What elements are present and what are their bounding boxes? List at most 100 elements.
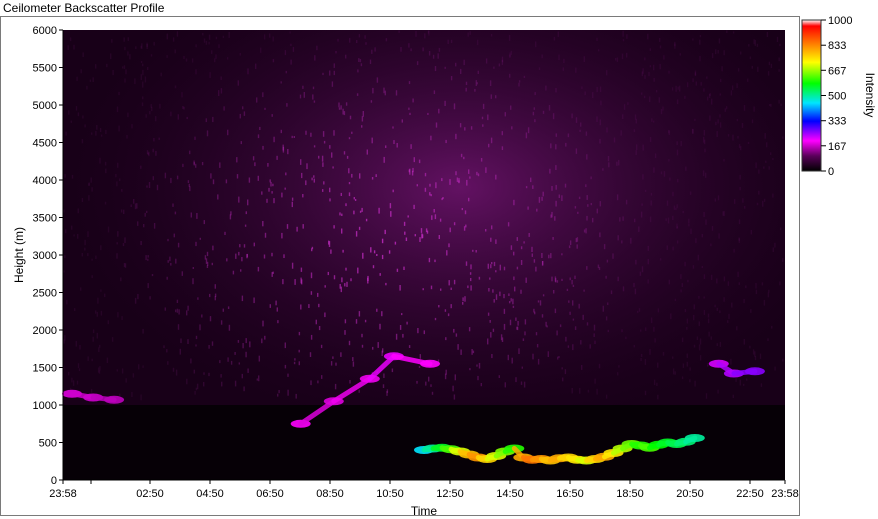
noise-speckle <box>134 203 137 210</box>
noise-speckle <box>542 191 544 197</box>
noise-speckle <box>127 37 129 41</box>
noise-speckle <box>535 332 538 336</box>
noise-speckle <box>445 337 447 341</box>
noise-speckle <box>465 81 468 85</box>
noise-speckle <box>681 283 683 287</box>
noise-speckle <box>388 250 391 254</box>
noise-speckle <box>412 98 414 103</box>
noise-speckle <box>121 368 124 374</box>
noise-speckle <box>361 207 363 212</box>
noise-speckle <box>159 103 161 109</box>
noise-speckle <box>375 174 377 177</box>
noise-speckle <box>269 179 271 183</box>
noise-speckle <box>220 88 223 94</box>
noise-speckle <box>569 240 572 245</box>
noise-speckle <box>324 312 326 318</box>
noise-speckle <box>68 110 70 115</box>
noise-speckle <box>208 372 210 377</box>
noise-speckle <box>731 302 733 308</box>
noise-speckle <box>212 245 214 251</box>
noise-speckle <box>125 378 127 383</box>
noise-speckle <box>696 336 699 340</box>
y-axis-label: Height (m) <box>12 227 26 283</box>
noise-speckle <box>716 307 718 311</box>
y-tick-label: 0 <box>51 475 57 487</box>
noise-speckle <box>454 374 456 381</box>
noise-speckle <box>559 324 562 328</box>
noise-speckle <box>364 319 367 323</box>
noise-speckle <box>755 283 757 289</box>
noise-speckle <box>552 113 555 120</box>
noise-speckle <box>71 174 74 179</box>
noise-speckle <box>256 378 258 381</box>
noise-speckle <box>383 156 385 163</box>
noise-speckle <box>648 71 650 77</box>
noise-speckle <box>284 364 287 369</box>
noise-speckle <box>140 74 142 80</box>
noise-speckle <box>156 184 159 191</box>
noise-speckle <box>732 31 735 34</box>
noise-speckle <box>150 104 152 108</box>
x-tick-label: 12:50 <box>436 488 464 500</box>
noise-speckle <box>680 274 682 280</box>
noise-speckle <box>221 381 223 387</box>
noise-speckle <box>175 369 178 376</box>
noise-speckle <box>333 70 335 76</box>
noise-speckle <box>465 87 467 92</box>
noise-speckle <box>605 275 607 279</box>
noise-speckle <box>495 174 497 180</box>
noise-speckle <box>482 124 484 127</box>
noise-speckle <box>618 159 620 166</box>
noise-speckle <box>663 55 665 60</box>
noise-speckle <box>584 91 586 96</box>
noise-speckle <box>358 311 361 317</box>
noise-speckle <box>434 214 437 220</box>
noise-speckle <box>653 379 656 386</box>
noise-speckle <box>736 326 738 331</box>
noise-speckle <box>92 329 95 334</box>
noise-speckle <box>428 257 431 263</box>
noise-speckle <box>175 309 177 313</box>
noise-speckle <box>410 144 412 149</box>
noise-speckle <box>166 55 168 58</box>
noise-speckle <box>541 196 543 201</box>
noise-speckle <box>134 78 136 85</box>
noise-speckle <box>444 309 447 312</box>
noise-speckle <box>150 54 153 57</box>
noise-speckle <box>392 126 394 129</box>
noise-speckle <box>282 146 285 153</box>
noise-speckle <box>230 211 232 216</box>
noise-speckle <box>710 336 712 340</box>
noise-speckle <box>726 30 728 33</box>
noise-speckle <box>140 45 142 49</box>
noise-speckle <box>467 32 469 37</box>
noise-speckle <box>176 299 179 303</box>
noise-speckle <box>620 130 622 136</box>
noise-speckle <box>508 293 510 296</box>
noise-speckle <box>730 358 732 365</box>
noise-speckle <box>310 334 313 340</box>
noise-speckle <box>606 70 608 76</box>
noise-speckle <box>135 46 137 49</box>
noise-speckle <box>340 286 342 293</box>
noise-speckle <box>767 338 769 341</box>
noise-speckle <box>670 313 672 320</box>
noise-speckle <box>599 232 601 238</box>
noise-speckle <box>331 81 334 87</box>
noise-speckle <box>295 393 297 399</box>
noise-speckle <box>633 345 635 348</box>
noise-speckle <box>188 183 190 187</box>
noise-speckle <box>330 249 332 254</box>
noise-speckle <box>284 187 286 190</box>
noise-speckle <box>568 245 571 249</box>
noise-speckle <box>225 179 228 184</box>
noise-speckle <box>763 166 765 169</box>
noise-speckle <box>525 186 528 189</box>
noise-speckle <box>495 294 498 300</box>
noise-speckle <box>81 139 84 144</box>
noise-speckle <box>536 344 539 348</box>
noise-speckle <box>242 106 244 110</box>
noise-speckle <box>685 166 687 171</box>
noise-speckle <box>779 43 781 47</box>
noise-speckle <box>530 177 532 183</box>
